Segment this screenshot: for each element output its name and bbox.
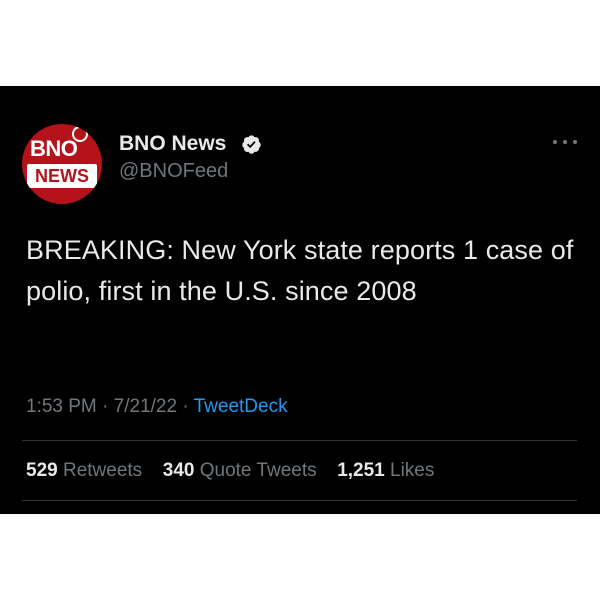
retweets-count: 529 xyxy=(26,460,58,481)
retweets-label: Retweets xyxy=(62,460,143,481)
divider xyxy=(22,440,577,441)
likes-label: Likes xyxy=(390,460,435,481)
retweets-stat[interactable]: 529 Retweets xyxy=(26,460,147,481)
avatar[interactable]: BNO NEWS xyxy=(22,124,102,204)
tweet-text: BREAKING: New York state reports 1 case … xyxy=(26,235,574,306)
tweet-time[interactable]: 1:53 PM xyxy=(26,396,97,417)
meta-separator: · xyxy=(182,396,189,417)
tweet-stats: 529 Retweets 340 Quote Tweets 1,251 Like… xyxy=(26,459,434,483)
verified-badge-icon xyxy=(242,135,261,154)
divider xyxy=(22,500,577,501)
avatar-logo-ring-icon xyxy=(72,126,88,142)
screenshot-frame: BNO NEWS BNO News @BNOFeed BREAKING: New… xyxy=(0,86,600,514)
quote-tweets-label: Quote Tweets xyxy=(199,460,317,481)
avatar-logo-top: BNO xyxy=(28,137,96,161)
tweet-card: BNO NEWS BNO News @BNOFeed BREAKING: New… xyxy=(0,86,600,514)
author-display-name[interactable]: BNO News xyxy=(119,131,226,157)
likes-stat[interactable]: 1,251 Likes xyxy=(337,460,434,481)
meta-separator: · xyxy=(102,396,109,417)
avatar-logo-bno-text: BNO xyxy=(30,136,78,161)
tweet-source-link[interactable]: TweetDeck xyxy=(194,396,288,417)
author-handle[interactable]: @BNOFeed xyxy=(119,159,228,183)
tweet-meta: 1:53 PM · 7/21/22 · TweetDeck xyxy=(26,395,288,419)
more-options-icon[interactable] xyxy=(552,136,578,148)
likes-count: 1,251 xyxy=(337,460,385,481)
quote-tweets-count: 340 xyxy=(162,460,195,481)
avatar-logo-news-text: NEWS xyxy=(27,164,97,188)
quote-tweets-stat[interactable]: 340 Quote Tweets xyxy=(163,460,322,481)
tweet-date[interactable]: 7/21/22 xyxy=(114,396,177,417)
